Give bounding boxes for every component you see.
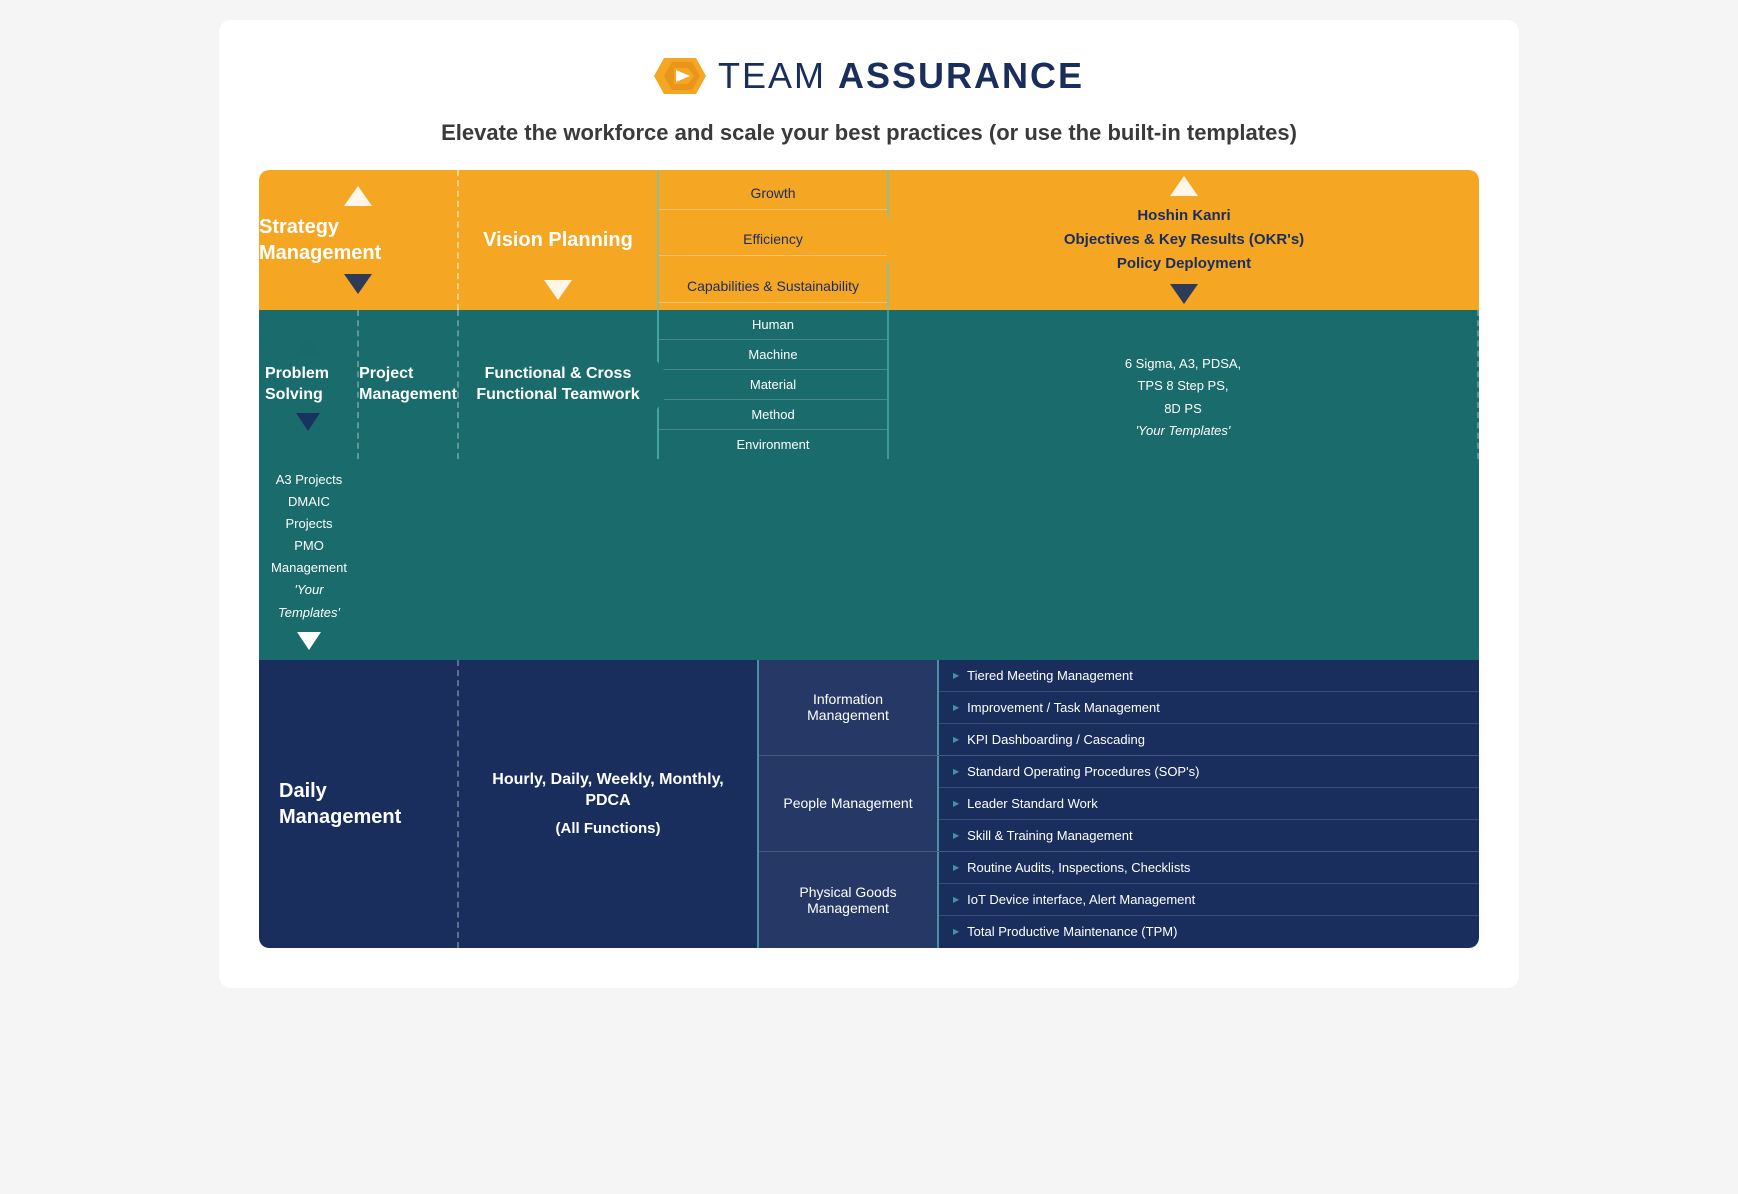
list-item-method: Method [659,400,887,430]
6sigma-line1: 6 Sigma, A3, PDSA, [1125,353,1241,375]
info-item-3: KPI Dashboarding / Cascading [939,724,1479,755]
list-item-human: Human [659,310,887,340]
hoshin-line1: Hoshin Kanri [1064,204,1304,228]
arrow-down-strategy [344,274,372,294]
physical-item-1: Routine Audits, Inspections, Checklists [939,852,1479,884]
physical-item-2: IoT Device interface, Alert Management [939,884,1479,916]
arrow-up-6sigma [1171,327,1195,345]
people-item-1: Standard Operating Procedures (SOP's) [939,756,1479,788]
strategy-management-title: Strategy Management [259,214,457,266]
pdca-cell: Hourly, Daily, Weekly, Monthly, PDCA (Al… [459,660,759,948]
list-item-environment: Environment [659,430,887,459]
info-item-1: Tiered Meeting Management [939,660,1479,692]
management-sections: Information Management Tiered Meeting Ma… [759,660,1479,948]
hoshin-line2: Objectives & Key Results (OKR's) [1064,228,1304,252]
list-item-growth: Growth [659,177,887,210]
arrow-down-problem [296,413,320,431]
info-item-2: Improvement / Task Management [939,692,1479,724]
physical-goods-items: Routine Audits, Inspections, Checklists … [939,852,1479,948]
people-item-3: Skill & Training Management [939,820,1479,851]
daily-management-cell: Daily Management [259,660,459,948]
growth-list-cell: Growth Efficiency Capabilities & Sustain… [659,170,889,310]
project-management-title: Project Management [359,364,457,406]
arrow-down-a3 [297,632,321,650]
6sigma-line4: 'Your Templates' [1125,420,1241,442]
problem-solving-cell: Problem Solving [259,310,359,459]
list-item-capabilities: Capabilities & Sustainability [659,270,887,303]
6sigma-line3: 8D PS [1125,398,1241,420]
pdca-subtitle: (All Functions) [475,820,741,837]
a3-line2: DMAIC Projects [269,491,349,535]
chevron-right-orange [887,216,905,264]
physical-item-3: Total Productive Maintenance (TPM) [939,916,1479,947]
information-management-items: Tiered Meeting Management Improvement / … [939,660,1479,755]
project-management-cell: Project Management [359,310,459,459]
tagline: Elevate the workforce and scale your bes… [259,120,1479,146]
arrow-down-hoshin [1170,284,1198,304]
logo-text: TEAM ASSURANCE [718,55,1084,97]
logo-team: TEAM [718,55,826,96]
list-item-efficiency: Efficiency [659,223,887,256]
arrow-down-daily [346,840,370,858]
hoshin-line3: Policy Deployment [1064,252,1304,276]
list-item-material: Material [659,370,887,400]
arrow-up-project [396,338,420,356]
list-item-machine: Machine [659,340,887,370]
main-diagram: Strategy Management Vision Planning Grow… [259,170,1479,948]
physical-goods-label: Physical Goods Management [759,852,939,948]
cross-functional-cell: Functional & Cross Functional Teamwork [459,310,659,459]
6sigma-line2: TPS 8 Step PS, [1125,375,1241,397]
cross-functional-title: Functional & Cross Functional Teamwork [469,364,647,406]
arrow-up-problem [296,338,320,356]
6sigma-cell: 6 Sigma, A3, PDSA, TPS 8 Step PS, 8D PS … [889,310,1479,459]
chevron-right-teal [657,361,675,409]
hoshin-kanri-cell: Hoshin Kanri Objectives & Key Results (O… [889,170,1479,310]
logo-assurance: ASSURANCE [838,55,1084,96]
vision-planning-cell: Vision Planning [459,170,659,310]
arrow-down-project [396,413,420,431]
a3-line1: A3 Projects [269,469,349,491]
pdca-title: Hourly, Daily, Weekly, Monthly, PDCA [475,770,741,812]
strategy-management-cell: Strategy Management [259,170,459,310]
arrow-up-strategy [344,186,372,206]
a3-projects-cell: A3 Projects DMAIC Projects PMO Managemen… [259,459,359,660]
arrow-down-vision [544,280,572,300]
logo-icon [654,50,706,102]
people-management-section: People Management Standard Operating Pro… [759,756,1479,852]
daily-management-row: Daily Management Hourly, Daily, Weekly, … [259,660,1479,948]
physical-goods-section: Physical Goods Management Routine Audits… [759,852,1479,948]
page-wrapper: TEAM ASSURANCE Elevate the workforce and… [219,20,1519,988]
strategy-row: Strategy Management Vision Planning Grow… [259,170,1479,310]
arrow-up-hoshin [1170,176,1198,196]
people-management-items: Standard Operating Procedures (SOP's) Le… [939,756,1479,851]
daily-management-title: Daily Management [279,778,437,830]
information-management-label: Information Management [759,660,939,755]
arrow-up-daily [346,750,370,768]
information-management-section: Information Management Tiered Meeting Ma… [759,660,1479,756]
a3-line3: PMO Management [269,535,349,579]
vision-planning-title: Vision Planning [483,227,633,253]
5m-list-cell: Human Machine Material Method Environmen… [659,310,889,459]
people-item-2: Leader Standard Work [939,788,1479,820]
a3-line4: 'Your Templates' [269,579,349,623]
problem-solving-title: Problem Solving [265,364,351,406]
header: TEAM ASSURANCE [259,50,1479,102]
people-management-label: People Management [759,756,939,851]
problem-solving-row: Problem Solving Project Management Funct… [259,310,1479,660]
